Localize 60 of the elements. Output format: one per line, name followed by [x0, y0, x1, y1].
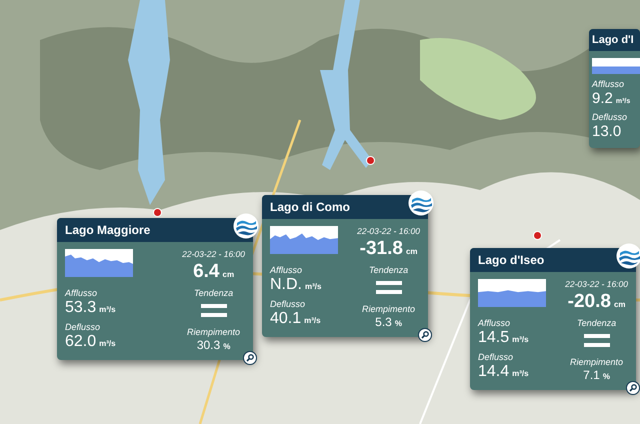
wave-logo-icon: [616, 243, 640, 269]
inflow-value: 53.3: [65, 299, 96, 317]
level-value: 6.4: [193, 261, 220, 283]
trend-label: Tendenza: [576, 318, 616, 328]
fill-label: Riempimento: [187, 327, 240, 337]
inflow-label: Afflusso: [270, 265, 304, 275]
timestamp: 22-03-22 - 16:00: [357, 226, 420, 236]
timestamp: 22-03-22 - 16:00: [565, 279, 628, 289]
level-unit: cm: [222, 270, 234, 279]
outflow-value: 13.0: [592, 123, 622, 140]
inflow-unit: m³/s: [99, 305, 116, 314]
equals-icon: [376, 279, 402, 297]
lake-card[interactable]: Lago d'Iseo 22-03-22 - 16:00 -20.8 cm Afflusso 14.5 m³/s Deflusso 14.4 m³/s Tendenza Riempimento 7.1 %: [470, 248, 636, 390]
level-unit: cm: [406, 247, 418, 256]
lake-name: Lago di Como: [270, 200, 350, 214]
inflow-value: 9.2: [592, 90, 613, 107]
trend-label: Tendenza: [368, 265, 408, 275]
fill-label: Riempimento: [362, 304, 416, 314]
outflow-value: 40.1: [270, 310, 302, 328]
outflow-label: Deflusso: [478, 352, 514, 362]
inflow-unit: m³/s: [305, 282, 322, 291]
lake-card[interactable]: Lago Maggiore 22-03-22 - 16:00 6.4 cm Afflusso 53.3 m³/s Deflusso 62.0 m³/s Tendenza Riempimento 30.3 %: [57, 218, 253, 360]
equals-icon: [200, 302, 227, 320]
level-value: -20.8: [568, 291, 611, 313]
outflow-unit: m³/s: [304, 316, 321, 325]
outflow-value: 62.0: [65, 333, 96, 351]
fill-value: 7.1: [583, 368, 600, 382]
outflow-unit: m³/s: [512, 369, 529, 378]
outflow-label: Deflusso: [592, 112, 628, 122]
lake-name: Lago d'I: [592, 34, 634, 46]
inflow-value: 14.5: [478, 329, 510, 347]
timestamp: 22-03-22 - 16:00: [182, 249, 245, 259]
equals-icon: [584, 332, 610, 350]
inflow-unit: m³/s: [512, 335, 529, 344]
level-sparkline: [65, 249, 133, 277]
fill-unit: %: [223, 342, 230, 351]
lake-card[interactable]: Lago di Como 22-03-22 - 16:00 -31.8 cm Afflusso N.D. m³/s Deflusso 40.1 m³/s Tendenza Riempimento 5.3 %: [262, 195, 428, 337]
outflow-label: Deflusso: [65, 322, 102, 332]
outflow-label: Deflusso: [270, 299, 306, 309]
level-sparkline: [478, 279, 546, 307]
lake-name: Lago Maggiore: [65, 223, 150, 237]
fill-value: 30.3: [196, 338, 220, 352]
level-sparkline: [592, 58, 640, 74]
inflow-value: N.D.: [270, 276, 302, 294]
inflow-label: Afflusso: [65, 288, 98, 298]
lake-name: Lago d'Iseo: [478, 253, 544, 267]
outflow-unit: m³/s: [99, 339, 116, 348]
fill-label: Riempimento: [570, 357, 624, 367]
inflow-label: Afflusso: [592, 79, 626, 89]
inflow-label: Afflusso: [478, 318, 512, 328]
fill-unit: %: [602, 372, 610, 381]
wave-logo-icon: [233, 213, 259, 239]
wave-logo-icon: [408, 190, 434, 216]
trend-label: Tendenza: [194, 288, 234, 298]
level-sparkline: [270, 226, 338, 254]
level-value: -31.8: [360, 238, 403, 260]
outflow-value: 14.4: [478, 363, 510, 381]
fill-value: 5.3: [375, 315, 392, 329]
fill-unit: %: [394, 319, 402, 328]
level-unit: cm: [614, 300, 626, 309]
